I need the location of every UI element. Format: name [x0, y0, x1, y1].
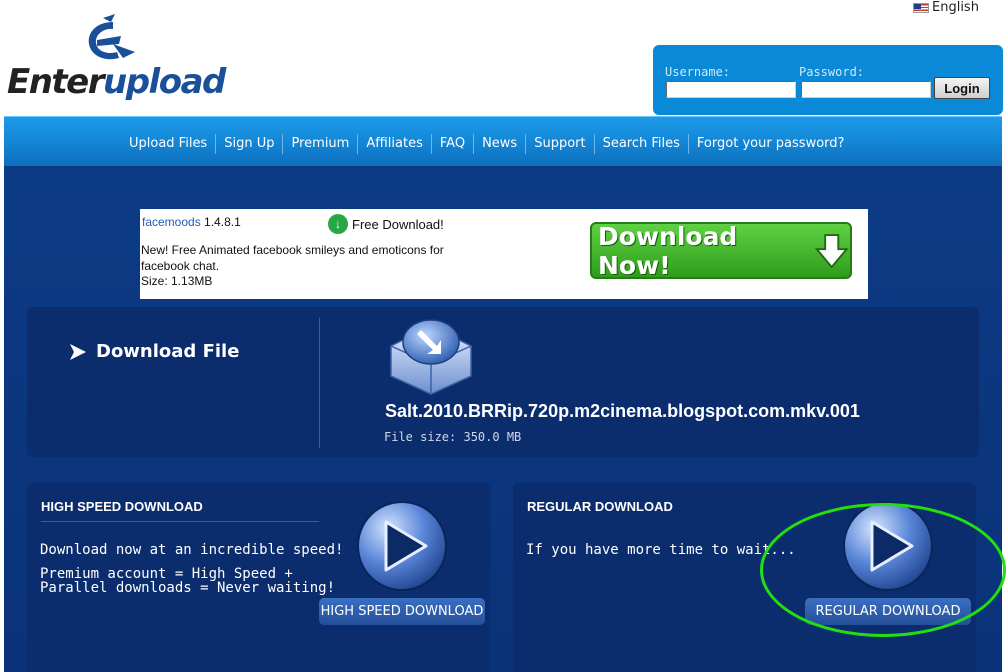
nav-premium[interactable]: Premium [282, 134, 357, 154]
ad-banner[interactable]: facemoods 1.4.8.1 ↓ Free Download! New! … [140, 209, 868, 299]
ad-free-download[interactable]: ↓ Free Download! [328, 214, 444, 234]
high-speed-download-button[interactable]: HIGH SPEED DOWNLOAD [319, 598, 485, 625]
nav-sign-up[interactable]: Sign Up [215, 134, 282, 154]
ad-download-now-label: Download Now! [598, 221, 738, 280]
high-speed-text-parallel: Parallel downloads = Never waiting! [40, 580, 336, 596]
nav-faq[interactable]: FAQ [430, 134, 473, 154]
ad-description: New! Free Animated facebook smileys and … [141, 243, 444, 273]
nav-support[interactable]: Support [525, 134, 593, 154]
regular-download-text: If you have more time to wait... [526, 542, 796, 558]
ad-download-now-button[interactable]: Download Now! [590, 221, 852, 280]
nav-affiliates[interactable]: Affiliates [357, 134, 431, 154]
ad-free-download-label: Free Download! [352, 216, 444, 232]
high-speed-title: HIGH SPEED DOWNLOAD [41, 499, 203, 514]
file-size: File size: 350.0 MB [384, 430, 522, 444]
us-flag-icon [913, 2, 929, 13]
login-button[interactable]: Login [934, 77, 990, 99]
nav-news[interactable]: News [473, 134, 525, 154]
arrow-bullet-icon [70, 343, 86, 360]
password-label: Password: [799, 65, 865, 79]
ad-brand: facemoods [142, 215, 201, 229]
language-label: English [932, 0, 979, 15]
nav-search-files[interactable]: Search Files [593, 134, 688, 154]
login-box: Username: Password: Login [653, 45, 1003, 115]
language-selector[interactable]: English [913, 0, 979, 15]
highlight-circle [760, 503, 1006, 637]
download-arrow-icon: ↓ [328, 214, 348, 234]
username-label: Username: [665, 65, 731, 79]
logo-wordmark: Enterupload [7, 62, 226, 102]
ad-version: 1.4.8.1 [204, 215, 241, 229]
site-logo[interactable]: Enterupload [5, 10, 226, 105]
file-download-box-icon [390, 319, 472, 395]
enterupload-e-icon [88, 14, 135, 60]
regular-download-title: REGULAR DOWNLOAD [527, 499, 673, 514]
down-arrow-icon [814, 233, 849, 268]
nav-upload-files[interactable]: Upload Files [121, 134, 215, 154]
high-speed-text: Download now at an incredible speed! [40, 542, 344, 558]
download-file-heading: Download File [68, 341, 239, 362]
password-input[interactable] [801, 81, 931, 98]
username-input[interactable] [666, 81, 796, 98]
high-speed-divider [41, 521, 319, 522]
panel-divider [319, 318, 320, 448]
main-nav: Upload Files Sign Up Premium Affiliates … [4, 116, 1002, 166]
ad-size: Size: 1.13MB [141, 274, 213, 288]
file-name: Salt.2010.BRRip.720p.m2cinema.blogspot.c… [385, 401, 860, 421]
nav-forgot-password[interactable]: Forgot your password? [687, 134, 853, 154]
high-speed-play-icon[interactable] [356, 500, 448, 592]
ad-title: facemoods 1.4.8.1 [142, 215, 241, 229]
